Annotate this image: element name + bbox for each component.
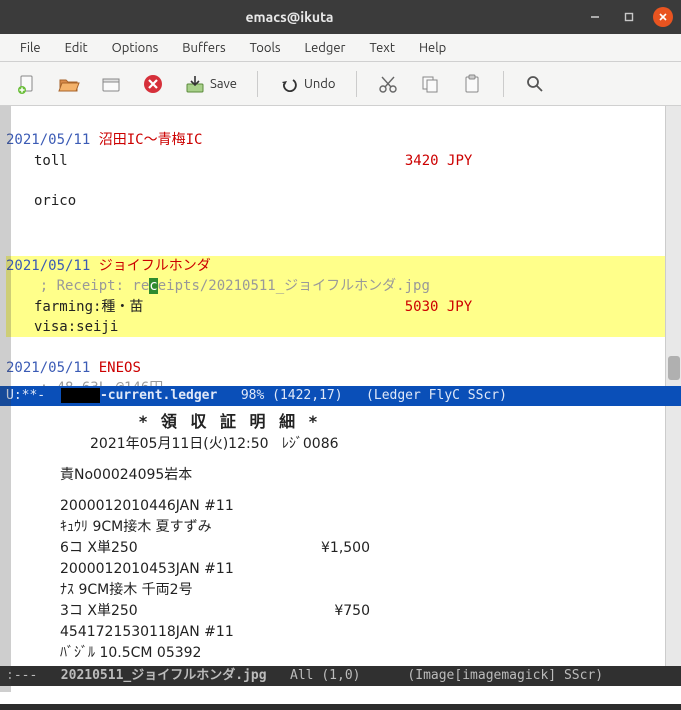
posting-line: orico: [6, 191, 681, 211]
entry-comment: ; Receipt: receipts/20210511_ジョイフルホンダ.jp…: [6, 278, 430, 294]
highlighted-entry: 2021/05/11 ジョイフルホンダ ; Receipt: receipts/…: [6, 256, 681, 337]
menu-file[interactable]: File: [10, 39, 51, 57]
entry-payee: ジョイフルホンダ: [99, 258, 211, 274]
toolbar: Save Undo: [0, 62, 681, 106]
receipt-datetime: 2021年05月11日(火)12:50 ﾚｼﾞ0086: [90, 434, 470, 455]
receipt-row: ﾅｽ 9CM接木 千両2号: [60, 580, 470, 601]
ledger-buffer[interactable]: 2021/05/11 沼田IC〜青梅IC toll 3420 JPY orico…: [0, 106, 681, 386]
save-icon: [184, 73, 206, 95]
receipt-header: * 領 収 証 明 細 *: [100, 410, 360, 434]
search-button[interactable]: [518, 69, 552, 99]
toolbar-sep: [503, 71, 504, 97]
buffer-name: -current.ledger: [100, 388, 217, 403]
menubar: File Edit Options Buffers Tools Ledger T…: [0, 34, 681, 62]
search-icon: [524, 73, 546, 95]
ledger-entry: 2021/05/11 沼田IC〜青梅IC toll 3420 JPY orico: [6, 130, 681, 231]
scrollbar[interactable]: [665, 106, 681, 386]
new-file-button[interactable]: [10, 69, 44, 99]
receipt-image: * 領 収 証 明 細 * 2021年05月11日(火)12:50 ﾚｼﾞ008…: [0, 406, 470, 666]
menu-ledger[interactable]: Ledger: [295, 39, 356, 57]
scrollbar-thumb[interactable]: [668, 356, 680, 380]
posting-account: toll: [34, 153, 68, 169]
modeline-inactive: :--- 20210511_ジョイフルホンダ.jpg All (1,0) (Im…: [0, 666, 681, 686]
posting-line: toll 3420 JPY: [6, 151, 681, 171]
receipt-row: 4541721530118JAN #11: [60, 622, 470, 643]
close-button[interactable]: [653, 7, 673, 27]
receipt-row: 3コ X単250¥750: [60, 601, 470, 622]
undo-label: Undo: [304, 77, 336, 91]
open-folder-button[interactable]: [94, 69, 128, 99]
stop-button[interactable]: [136, 69, 170, 99]
posting-account: farming:種・苗: [34, 299, 143, 315]
ledger-entry: 2021/05/11 ENEOS ; 48.63L @146円 gas 7100…: [6, 358, 681, 386]
open-file-button[interactable]: [52, 69, 86, 99]
menu-text[interactable]: Text: [359, 39, 404, 57]
stop-icon: [142, 73, 164, 95]
save-button[interactable]: Save: [178, 69, 243, 99]
cut-button[interactable]: [371, 69, 405, 99]
receipt-row: ﾊﾞｼﾞﾙ 10.5CM 05392: [60, 643, 470, 664]
undo-button[interactable]: Undo: [272, 69, 342, 99]
modeline-active: U:**- xxxxx-current.ledger 98% (1422,17)…: [0, 386, 681, 406]
text-cursor: c: [149, 278, 157, 294]
receipt-row: 2000012010446JAN #11: [60, 496, 470, 517]
scissors-icon: [377, 73, 399, 95]
posting-amount: 3420 JPY: [405, 153, 472, 169]
new-file-icon: [16, 73, 38, 95]
folder-icon: [100, 73, 122, 95]
save-label: Save: [210, 77, 237, 91]
posting-line: farming:種・苗 5030 JPY: [6, 299, 472, 315]
entry-comment: ; 48.63L @146円: [6, 380, 163, 386]
posting-account: orico: [34, 193, 76, 209]
copy-icon: [419, 73, 441, 95]
menu-buffers[interactable]: Buffers: [172, 39, 235, 57]
menu-edit[interactable]: Edit: [55, 39, 98, 57]
receipt-row: ｷｭｳﾘ 9CM接木 夏すずみ: [60, 517, 470, 538]
entry-date: 2021/05/11: [6, 360, 90, 376]
undo-icon: [278, 73, 300, 95]
window-title: emacs@ikuta: [8, 9, 571, 25]
entry-date: 2021/05/11: [6, 258, 90, 274]
entry-payee: ENEOS: [99, 360, 141, 376]
folder-open-icon: [58, 73, 80, 95]
posting-amount: 5030 JPY: [405, 299, 472, 315]
minimize-button[interactable]: [585, 7, 605, 27]
titlebar: emacs@ikuta: [0, 0, 681, 34]
entry-payee: 沼田IC〜青梅IC: [99, 132, 203, 148]
scrollbar[interactable]: [665, 406, 681, 666]
minibuffer[interactable]: [0, 686, 681, 704]
maximize-button[interactable]: [619, 7, 639, 27]
toolbar-sep: [257, 71, 258, 97]
posting-line: visa:seiji: [6, 319, 118, 335]
copy-button[interactable]: [413, 69, 447, 99]
menu-help[interactable]: Help: [409, 39, 456, 57]
image-buffer[interactable]: * 領 収 証 明 細 * 2021年05月11日(火)12:50 ﾚｼﾞ008…: [0, 406, 681, 666]
receipt-row: 2000012010453JAN #11: [60, 559, 470, 580]
clipboard-icon: [461, 73, 483, 95]
paste-button[interactable]: [455, 69, 489, 99]
menu-tools[interactable]: Tools: [240, 39, 291, 57]
receipt-customer: 責No00024095岩本: [60, 465, 470, 486]
toolbar-sep: [356, 71, 357, 97]
entry-date: 2021/05/11: [6, 132, 90, 148]
posting-account: visa:seiji: [34, 319, 118, 335]
buffer-name: 20210511_ジョイフルホンダ.jpg: [61, 668, 267, 683]
receipt-row: 6コ X単250¥1,500: [60, 538, 470, 559]
menu-options[interactable]: Options: [102, 39, 169, 57]
